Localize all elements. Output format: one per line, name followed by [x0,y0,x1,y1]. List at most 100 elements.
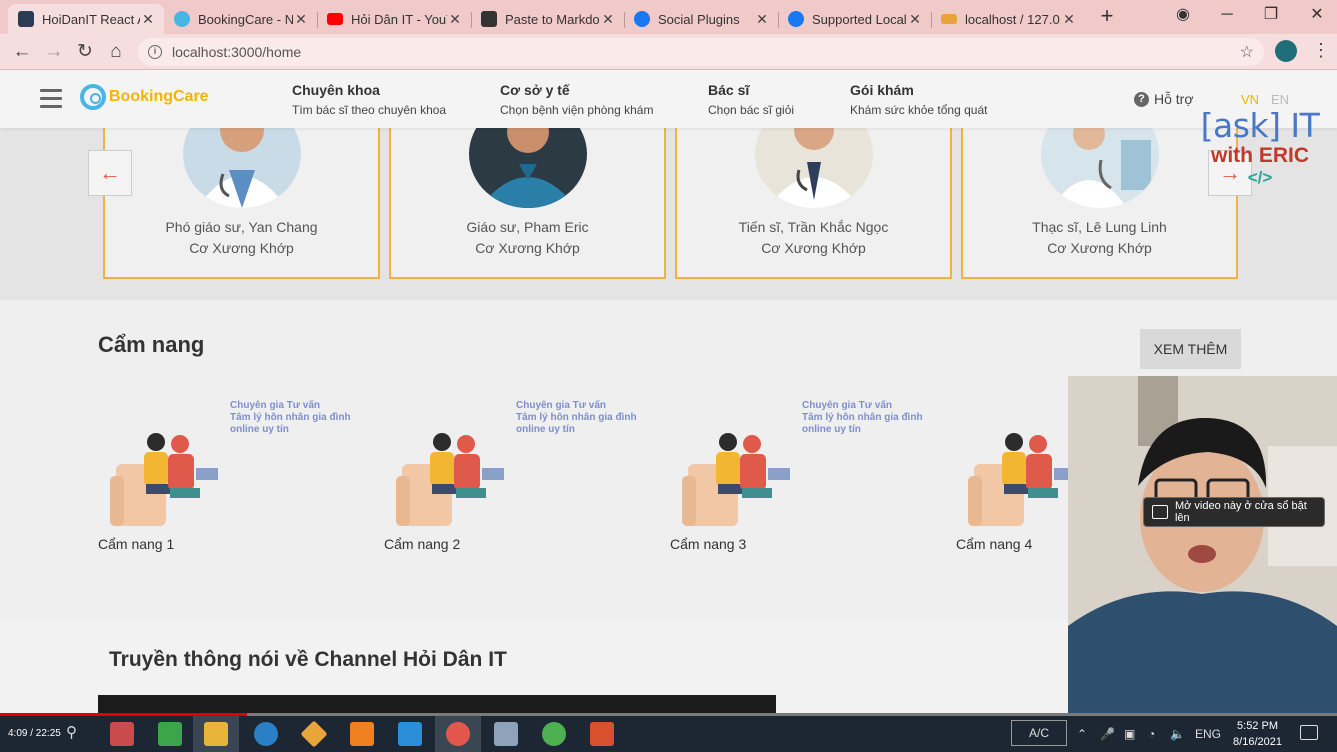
home-icon[interactable]: ⌂ [104,40,128,64]
browser-tab[interactable]: Paste to Markdov ✕ [471,4,625,34]
taskview-icon[interactable] [110,722,134,746]
doctor-specialty: Cơ Xương Khớp [1047,240,1152,256]
handbook-card[interactable]: Chuyên gia Tư vấn Tâm lý hôn nhân gia đì… [98,390,378,560]
handbook-caption: Cẩm nang 2 [384,536,461,552]
tray-app-icon[interactable]: ▣ [1124,727,1135,741]
url-text: localhost:3000/home [172,44,302,60]
doctor-name: Thạc sĩ, Lê Lung Linh [1032,219,1167,235]
forward-icon[interactable]: → [42,40,66,64]
recorder-icon[interactable] [590,722,614,746]
doctor-avatar [183,128,301,208]
close-tab-icon[interactable]: ✕ [293,11,309,28]
wifi-icon[interactable]: ◔ [1148,727,1155,741]
react-icon [18,11,34,27]
support-link[interactable]: ? Hỗ trợ [1134,91,1194,107]
close-tab-icon[interactable]: ✕ [600,11,616,28]
close-tab-icon[interactable]: ✕ [754,11,770,28]
chrome-active-icon[interactable] [446,722,470,746]
reload-icon[interactable]: ↻ [73,40,97,64]
doctor-avatar [755,128,873,208]
back-icon[interactable]: ← [10,40,34,64]
doctor-name: Tiến sĩ, Trần Khắc Ngọc [738,219,889,235]
doctor-specialty: Cơ Xương Khớp [475,240,580,256]
restore-icon[interactable]: ❐ [1256,4,1286,26]
close-window-icon[interactable]: ✕ [1302,4,1332,26]
address-toolbar: ← → ↻ ⌂ i localhost:3000/home ☆ [0,34,1337,70]
browser-menu-icon[interactable]: ⋮ [1312,38,1330,62]
close-tab-icon[interactable]: ✕ [907,11,923,28]
tray-chevron-icon[interactable]: ⌃ [1077,727,1087,741]
doctor-avatar [1041,128,1159,208]
file-explorer-icon[interactable] [204,722,228,746]
language-en[interactable]: EN [1271,92,1289,107]
vscode-icon[interactable] [398,722,422,746]
language-vn[interactable]: VN [1241,92,1259,107]
ac-indicator[interactable]: A/C [1011,720,1067,746]
new-tab-icon[interactable]: + [1095,5,1119,27]
xampp-icon[interactable] [350,722,374,746]
doctor-name: Phó giáo sư, Yan Chang [165,219,318,235]
browser-tab[interactable]: localhost / 127.0. ✕ [931,4,1085,34]
chrome-icon[interactable] [542,722,566,746]
info-icon[interactable]: i [148,45,162,59]
tab-search-icon[interactable]: ◉ [1168,4,1198,26]
site-header: BookingCare Chuyên khoa Tìm bác sĩ theo … [0,70,1337,128]
doctor-card[interactable]: Thạc sĩ, Lê Lung Linh Cơ Xương Khớp [961,128,1238,279]
bookingcare-icon [174,11,190,27]
help-icon: ? [1134,91,1149,107]
browser-tab[interactable]: BookingCare - Nề ✕ [164,4,318,34]
browser-tab[interactable]: Social Plugins ✕ [624,4,779,34]
handbook-card[interactable]: Chuyên gia Tư vấn Tâm lý hôn nhân gia đì… [670,390,950,560]
url-bar[interactable]: i localhost:3000/home ☆ [138,38,1264,66]
popout-icon [1152,505,1168,519]
handbook-image: Chuyên gia Tư vấn Tâm lý hôn nhân gia đì… [392,394,652,526]
handbook-image: Chuyên gia Tư vấn Tâm lý hôn nhân gia đì… [678,394,938,526]
logo-text: BookingCare [109,88,209,105]
handbook-card[interactable]: Chuyên gia Tư vấn Tâm lý hôn nhân gia đì… [384,390,664,560]
hamburger-menu-icon[interactable] [40,89,62,113]
doctor-card[interactable]: Tiến sĩ, Trần Khắc Ngọc Cơ Xương Khớp [675,128,952,279]
carousel-prev-button[interactable]: ← [88,150,132,196]
close-tab-icon[interactable]: ✕ [1061,11,1077,28]
sourcetree-icon[interactable] [300,720,328,748]
markdown-icon [481,11,497,27]
doctor-card[interactable]: Phó giáo sư, Yan Chang Cơ Xương Khớp [103,128,380,279]
nav-item-goi-kham[interactable]: Gói khám Khám sức khỏe tổng quát [850,82,987,117]
handbook-caption: Cẩm nang 3 [670,536,747,552]
youtube-icon [327,13,343,25]
nav-item-chuyen-khoa[interactable]: Chuyên khoa Tìm bác sĩ theo chuyên khoa [292,82,446,117]
doctor-specialty: Cơ Xương Khớp [761,240,866,256]
browser-tab[interactable]: HoiDanIT React A ✕ [8,4,164,34]
see-more-button[interactable]: XEM THÊM [1140,329,1241,369]
close-tab-icon[interactable]: ✕ [140,11,156,28]
nav-item-bac-si[interactable]: Bác sĩ Chọn bác sĩ giỏi [708,82,794,117]
microphone-icon[interactable]: 🎤 [1100,727,1115,741]
notification-icon[interactable] [1300,725,1318,740]
minimize-icon[interactable]: ─ [1212,4,1242,26]
profile-avatar[interactable] [1275,40,1297,62]
language-indicator[interactable]: ENG [1195,727,1221,741]
handbook-image: Chuyên gia Tư vấn Tâm lý hôn nhân gia đì… [106,394,366,526]
facebook-icon [634,11,650,27]
camtasia-icon[interactable] [158,722,182,746]
logo[interactable]: BookingCare [80,84,209,110]
browser-tab[interactable]: Supported Locale ✕ [778,4,932,34]
doctor-card[interactable]: Giáo sư, Pham Eric Cơ Xương Khớp [389,128,666,279]
search-icon[interactable]: ⚲ [66,723,77,741]
browser-tab[interactable]: Hỏi Dân IT - YouT ✕ [317,4,472,34]
nav-item-co-so-y-te[interactable]: Cơ sở y tế Chọn bệnh viện phòng khám [500,82,653,117]
browser-tab-bar: HoiDanIT React A ✕ BookingCare - Nề ✕ Hỏ… [0,0,1337,34]
phpmyadmin-icon [941,14,957,24]
notes-icon[interactable] [494,722,518,746]
clock[interactable]: 5:52 PM 8/16/2021 [1230,718,1285,750]
facebook-icon [788,11,804,27]
bookmark-star-icon[interactable]: ☆ [1240,42,1254,62]
windows-taskbar: 4:09 / 22:25 ⚲ A/C ⌃ 🎤 ▣ ◔ 🔈 ENG 5:52 PM… [0,716,1337,752]
doctor-avatar [469,128,587,208]
close-tab-icon[interactable]: ✕ [447,11,463,28]
skype-icon[interactable] [254,722,278,746]
picture-in-picture-tooltip[interactable]: Mở video này ở cửa sổ bật lên [1143,497,1325,527]
doctor-name: Giáo sư, Pham Eric [466,219,589,235]
handbook-caption: Cẩm nang 1 [98,536,175,552]
volume-icon[interactable]: 🔈 [1170,727,1185,741]
